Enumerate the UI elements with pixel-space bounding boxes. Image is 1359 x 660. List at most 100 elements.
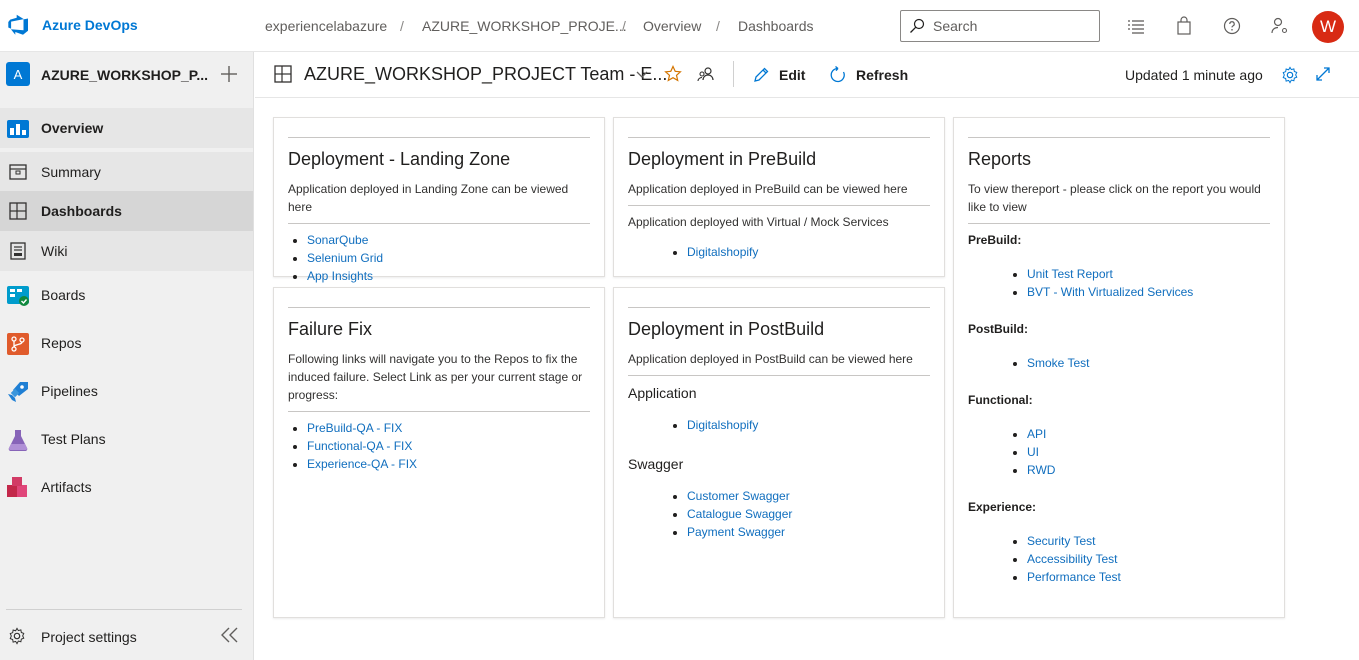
refresh-button[interactable]: Refresh xyxy=(829,62,908,88)
link-app-insights[interactable]: App Insights xyxy=(307,269,373,283)
dashboards-icon xyxy=(9,202,27,220)
link-prebuild-qa-fix[interactable]: PreBuild-QA - FIX xyxy=(307,421,402,435)
project-badge: A xyxy=(6,62,30,86)
summary-icon xyxy=(9,164,27,180)
brand[interactable]: Azure DevOps xyxy=(8,14,138,36)
project-settings-label: Project settings xyxy=(41,629,137,645)
boards-icon xyxy=(7,286,29,306)
widget-title: Deployment - Landing Zone xyxy=(288,149,511,169)
dashboard-icon xyxy=(274,65,292,83)
marketplace-bag-icon[interactable] xyxy=(1174,16,1194,36)
project-selector[interactable]: A AZURE_WORKSHOP_P... xyxy=(0,52,253,98)
project-settings-button[interactable]: Project settings xyxy=(0,618,253,654)
link-selenium-grid[interactable]: Selenium Grid xyxy=(307,251,383,265)
repos-icon xyxy=(7,333,29,355)
link-rwd[interactable]: RWD xyxy=(1027,463,1055,477)
link-smoke-test[interactable]: Smoke Test xyxy=(1027,356,1089,370)
refresh-icon xyxy=(830,66,845,83)
link-digitalshopify[interactable]: Digitalshopify xyxy=(687,418,758,432)
sidebar-item-summary[interactable]: Summary xyxy=(0,152,253,192)
sidebar-item-label: Pipelines xyxy=(41,383,98,399)
sidebar-item-repos[interactable]: Repos xyxy=(0,323,253,363)
link-list: Digitalshopify xyxy=(628,243,930,261)
link-experience-qa-fix[interactable]: Experience-QA - FIX xyxy=(307,457,417,471)
list-item: PreBuild-QA - FIX xyxy=(307,419,590,437)
sidebar-item-overview[interactable]: Overview xyxy=(0,108,253,148)
sidebar-item-wiki[interactable]: Wiki xyxy=(0,231,253,271)
edit-button[interactable]: Edit xyxy=(752,62,805,88)
breadcrumb-overview[interactable]: Overview xyxy=(643,18,701,34)
dashboard-title[interactable]: AZURE_WORKSHOP_PROJECT Team - E... xyxy=(304,64,667,85)
link-payment-swagger[interactable]: Payment Swagger xyxy=(687,525,785,539)
link-customer-swagger[interactable]: Customer Swagger xyxy=(687,489,790,503)
link-list: Unit Test Report BVT - With Virtualized … xyxy=(968,265,1270,301)
list-item: Functional-QA - FIX xyxy=(307,437,590,455)
breadcrumb-project[interactable]: AZURE_WORKSHOP_PROJE... xyxy=(422,18,627,34)
link-functional-qa-fix[interactable]: Functional-QA - FIX xyxy=(307,439,412,453)
fullscreen-expand-icon[interactable] xyxy=(1315,66,1331,82)
new-item-plus-icon[interactable] xyxy=(219,64,239,84)
edit-label: Edit xyxy=(779,67,806,83)
sidebar-item-boards[interactable]: Boards xyxy=(0,275,253,315)
breadcrumb-separator: / xyxy=(716,18,720,34)
sidebar-item-test-plans[interactable]: Test Plans xyxy=(0,419,253,459)
link-bvt-virtualized[interactable]: BVT - With Virtualized Services xyxy=(1027,285,1193,299)
gear-icon[interactable] xyxy=(1281,66,1299,84)
link-ui[interactable]: UI xyxy=(1027,445,1039,459)
chevron-down-icon[interactable] xyxy=(635,69,649,81)
sidebar-item-label: Summary xyxy=(41,164,101,180)
user-avatar[interactable]: W xyxy=(1312,11,1344,43)
user-settings-icon[interactable] xyxy=(1270,16,1290,36)
list-item: Customer Swagger xyxy=(687,487,930,505)
azure-devops-logo-icon xyxy=(8,14,29,35)
list-item: Catalogue Swagger xyxy=(687,505,930,523)
list-item: App Insights xyxy=(307,267,590,285)
help-icon[interactable] xyxy=(1222,16,1242,36)
sidebar-item-label: Wiki xyxy=(41,243,68,259)
wiki-icon xyxy=(10,242,26,260)
breadcrumb-organization[interactable]: experiencelabazure xyxy=(265,18,387,34)
link-security-test[interactable]: Security Test xyxy=(1027,534,1095,548)
widget-description: To view thereport - please click on the … xyxy=(968,182,1261,214)
list-item: Selenium Grid xyxy=(307,249,590,267)
widget-title: Failure Fix xyxy=(288,319,373,339)
list-item: API xyxy=(1027,425,1270,443)
widget-description: Following links will navigate you to the… xyxy=(288,352,583,402)
link-performance-test[interactable]: Performance Test xyxy=(1027,570,1121,584)
link-catalogue-swagger[interactable]: Catalogue Swagger xyxy=(687,507,792,521)
breadcrumb-dashboards[interactable]: Dashboards xyxy=(738,18,814,34)
pipelines-icon xyxy=(8,382,28,402)
link-list: PreBuild-QA - FIX Functional-QA - FIX Ex… xyxy=(288,419,590,473)
app-name: Azure DevOps xyxy=(42,17,138,33)
breadcrumb-separator: / xyxy=(622,18,626,34)
dashboard-header: AZURE_WORKSHOP_PROJECT Team - E... Edit … xyxy=(255,52,1359,98)
section-label-prebuild: PreBuild: xyxy=(968,233,1022,247)
link-digitalshopify[interactable]: Digitalshopify xyxy=(687,245,758,259)
sidebar-item-dashboards[interactable]: Dashboards xyxy=(0,191,253,231)
collapse-sidebar-icon[interactable] xyxy=(220,626,240,644)
search-input[interactable] xyxy=(933,18,1083,34)
search-box[interactable] xyxy=(900,10,1100,42)
link-sonarqube[interactable]: SonarQube xyxy=(307,233,368,247)
widget-subdescription: Application deployed with Virtual / Mock… xyxy=(628,215,889,229)
link-list: API UI RWD xyxy=(968,425,1270,479)
sidebar-item-pipelines[interactable]: Pipelines xyxy=(0,371,253,411)
link-list: Smoke Test xyxy=(968,354,1270,372)
team-profile-icon[interactable] xyxy=(697,65,715,83)
task-list-icon[interactable] xyxy=(1126,16,1146,36)
overview-icon xyxy=(7,120,29,138)
widget-reports: Reports To view thereport - please click… xyxy=(953,117,1285,618)
widget-title: Deployment in PostBuild xyxy=(628,319,825,339)
widget-failure-fix: Failure Fix Following links will navigat… xyxy=(273,287,605,618)
widget-postbuild: Deployment in PostBuild Application depl… xyxy=(613,287,945,618)
link-unit-test-report[interactable]: Unit Test Report xyxy=(1027,267,1113,281)
list-item: BVT - With Virtualized Services xyxy=(1027,283,1270,301)
header-divider xyxy=(733,61,734,87)
list-item: Smoke Test xyxy=(1027,354,1270,372)
widget-title: Deployment in PreBuild xyxy=(628,149,817,169)
breadcrumb-separator: / xyxy=(400,18,404,34)
favorite-star-icon[interactable] xyxy=(664,65,682,83)
link-accessibility-test[interactable]: Accessibility Test xyxy=(1027,552,1117,566)
link-api[interactable]: API xyxy=(1027,427,1046,441)
sidebar-item-artifacts[interactable]: Artifacts xyxy=(0,467,253,507)
